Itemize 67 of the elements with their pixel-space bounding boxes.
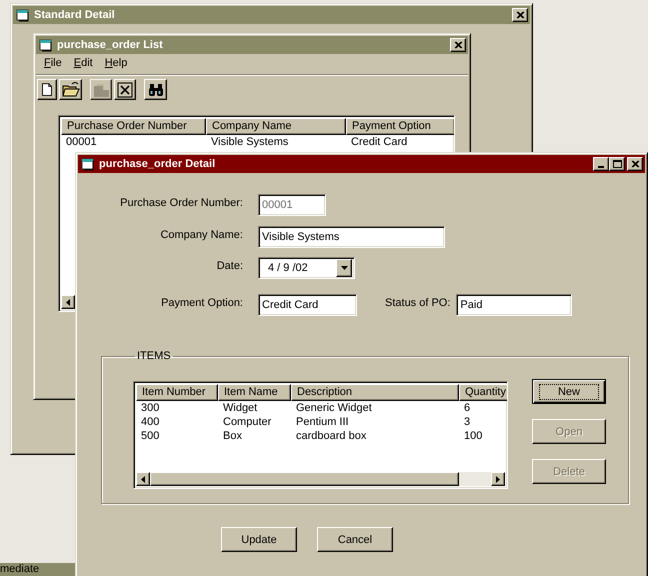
left-arrow-icon <box>66 298 70 306</box>
scroll-left-button[interactable] <box>61 295 75 309</box>
table-cell-text: 00001 <box>65 135 98 149</box>
text-field[interactable]: Visible Systems <box>258 226 445 248</box>
table-cell-text: Visible Systems <box>210 135 290 149</box>
window-icon <box>80 156 96 172</box>
close-button[interactable] <box>512 8 528 22</box>
column-header[interactable]: Purchase Order Number <box>61 118 206 135</box>
window-icon <box>38 37 54 53</box>
scroll-left-button[interactable] <box>136 472 150 486</box>
field-label: Company Name: <box>159 228 243 241</box>
left-arrow-icon <box>141 476 145 482</box>
panel-title: mediate <box>0 563 75 576</box>
right-arrow-icon <box>496 476 500 482</box>
field-label: Purchase Order Number: <box>119 196 243 209</box>
table-cell-text: Widget <box>222 401 258 415</box>
maximize-button[interactable] <box>609 157 625 171</box>
scrollbar-thumb[interactable] <box>150 472 459 486</box>
column-header[interactable]: Payment Option <box>346 118 454 135</box>
column-header[interactable]: Description <box>291 384 459 401</box>
table-cell-text: Computer <box>222 415 272 429</box>
dropdown-arrow-icon <box>340 266 348 270</box>
date-dropdown[interactable]: 4 / 9 /02 <box>258 257 355 279</box>
column-header[interactable]: Item Name <box>218 384 291 401</box>
group-title: ITEMS <box>136 350 172 363</box>
window-title: Standard Detail <box>34 9 115 21</box>
maximize-icon <box>610 158 624 170</box>
table-cell-text: 400 <box>140 415 160 429</box>
column-header[interactable]: Quantity <box>459 384 507 401</box>
menu-item[interactable]: Edit <box>68 56 99 68</box>
close-button[interactable] <box>627 157 643 171</box>
table-cell-text: 6 <box>463 401 472 415</box>
button[interactable]: New <box>532 379 606 404</box>
folder-icon <box>60 80 80 100</box>
window-icon <box>15 7 31 23</box>
button[interactable]: Cancel <box>317 527 393 552</box>
delete-icon <box>115 80 135 100</box>
toolbar-button[interactable] <box>114 79 136 100</box>
table-cell-text: Credit Card <box>350 135 408 149</box>
close-button[interactable] <box>450 38 466 52</box>
table-cell-text: Generic Widget <box>295 401 373 415</box>
menu-item[interactable]: File <box>38 56 68 68</box>
column-header[interactable]: Item Number <box>136 384 218 401</box>
toolbar-button[interactable] <box>59 79 82 100</box>
menu-item[interactable]: Help <box>98 56 134 68</box>
text-field[interactable]: Paid <box>456 294 572 316</box>
field-label: Date: <box>216 259 243 272</box>
minimize-button[interactable] <box>593 157 609 171</box>
scroll-right-button[interactable] <box>491 472 505 486</box>
table-cell-text: Box <box>222 429 243 443</box>
window-title: purchase_order List <box>57 39 163 51</box>
field-label: Status of PO: <box>385 296 450 309</box>
minimize-icon <box>598 166 604 168</box>
column-header[interactable]: Company Name <box>206 118 346 135</box>
toolbar-button[interactable] <box>144 79 167 100</box>
button[interactable]: Update <box>221 527 297 552</box>
table-cell-text: 500 <box>140 429 160 443</box>
horizontal-scrollbar[interactable] <box>136 472 505 486</box>
window-title: purchase_order Detail <box>99 158 216 170</box>
table-cell-text: 100 <box>463 429 484 443</box>
table-cell-text: Pentium III <box>295 415 350 429</box>
table-cell-text: 3 <box>463 415 472 429</box>
text-field[interactable]: Credit Card <box>258 294 357 316</box>
toolbar-button[interactable] <box>37 79 57 100</box>
field-label: Payment Option: <box>160 296 243 309</box>
table-cell-text: cardboard box <box>295 429 368 443</box>
table-cell-text: 300 <box>140 401 160 415</box>
